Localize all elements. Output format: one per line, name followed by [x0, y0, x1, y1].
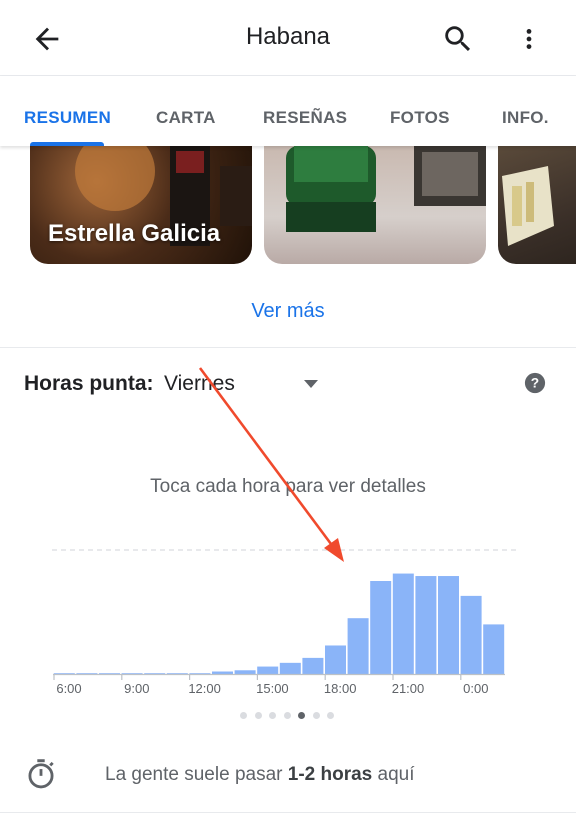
- photo-caption: Estrella Galicia: [48, 220, 221, 247]
- hour-bar-12[interactable]: [189, 673, 211, 674]
- day-selector[interactable]: Viernes: [164, 372, 235, 396]
- visit-suffix: aquí: [377, 764, 415, 785]
- dropdown-arrow-icon[interactable]: [302, 378, 320, 390]
- page-dot[interactable]: [327, 712, 334, 719]
- page-dot[interactable]: [312, 712, 320, 719]
- hour-bar-8[interactable]: [99, 673, 120, 674]
- chart-hint: Toca cada hora para ver detalles: [150, 476, 426, 497]
- hour-bar-18[interactable]: [325, 645, 346, 674]
- hour-bar-1[interactable]: [483, 624, 505, 674]
- x-tick-label: 21:00: [392, 681, 425, 696]
- active-tab-indicator: [30, 142, 104, 146]
- bottle-photo-image: [286, 146, 486, 232]
- hour-bar-14[interactable]: [234, 670, 256, 674]
- see-more-link[interactable]: Ver más: [0, 300, 576, 323]
- tab-bar: RESUMEN CARTA RESEÑAS FOTOS INFO.: [0, 76, 576, 146]
- hour-bar-22[interactable]: [415, 576, 437, 674]
- hour-bar-9[interactable]: [121, 673, 143, 674]
- x-tick-label: 0:00: [463, 681, 488, 696]
- more-vert-icon[interactable]: [516, 22, 542, 56]
- x-tick-label: 18:00: [324, 681, 357, 696]
- x-tick-label: 12:00: [188, 681, 221, 696]
- photo-card[interactable]: [264, 146, 486, 264]
- visit-prefix: La gente suele pasar: [105, 764, 283, 785]
- page-dot[interactable]: [240, 712, 247, 719]
- photo-card[interactable]: Estrella Galicia: [30, 146, 252, 264]
- hour-bar-21[interactable]: [392, 573, 414, 674]
- page-dot[interactable]: [283, 712, 291, 719]
- visit-duration-text: La gente suele pasar 1-2 horas aquí: [105, 764, 415, 786]
- popular-times-chart[interactable]: 6:00 9:00 12:00 15:00 18:00 21:00 0:00: [40, 535, 540, 705]
- photo-card[interactable]: [498, 146, 576, 264]
- page-title: Habana: [245, 23, 331, 50]
- photo-strip: Estrella Galicia: [0, 146, 576, 266]
- hour-bar-6[interactable]: [53, 673, 75, 674]
- food-photo-image: [502, 166, 554, 246]
- app-bar: Habana: [0, 0, 576, 76]
- bottom-divider: [0, 812, 576, 813]
- hour-bar-17[interactable]: [302, 657, 324, 674]
- page-dot[interactable]: [269, 712, 276, 719]
- x-tick-label: 9:00: [124, 681, 149, 696]
- tab-resenas[interactable]: RESEÑAS: [263, 108, 347, 128]
- hour-bar-23[interactable]: [438, 576, 459, 674]
- hour-bar-13[interactable]: [212, 671, 233, 674]
- tab-fotos[interactable]: FOTOS: [390, 108, 450, 128]
- hour-bar-19[interactable]: [347, 618, 369, 674]
- tab-info[interactable]: INFO.: [502, 108, 549, 128]
- hour-bar-20[interactable]: [370, 581, 392, 674]
- tab-resumen[interactable]: RESUMEN: [24, 108, 111, 128]
- hour-bar-16[interactable]: [279, 662, 301, 674]
- search-icon[interactable]: [441, 22, 475, 56]
- help-icon[interactable]: ?: [524, 372, 546, 394]
- tab-carta[interactable]: CARTA: [156, 108, 216, 128]
- page-dot[interactable]: [254, 712, 262, 719]
- timer-icon: [28, 759, 54, 789]
- hour-bar-11[interactable]: [166, 673, 188, 674]
- popular-times-label: Horas punta:: [24, 372, 154, 395]
- x-tick-label: 6:00: [56, 681, 81, 696]
- page-dot[interactable]: [298, 712, 305, 719]
- hour-bar-7[interactable]: [76, 673, 98, 674]
- hour-bar-0[interactable]: [460, 595, 482, 674]
- visit-duration: 1-2 horas: [287, 764, 373, 785]
- x-tick-label: 15:00: [256, 681, 289, 696]
- hour-bar-10[interactable]: [144, 673, 166, 674]
- section-divider: [0, 347, 576, 348]
- svg-text:?: ?: [531, 376, 539, 391]
- hour-bar-15[interactable]: [257, 666, 279, 674]
